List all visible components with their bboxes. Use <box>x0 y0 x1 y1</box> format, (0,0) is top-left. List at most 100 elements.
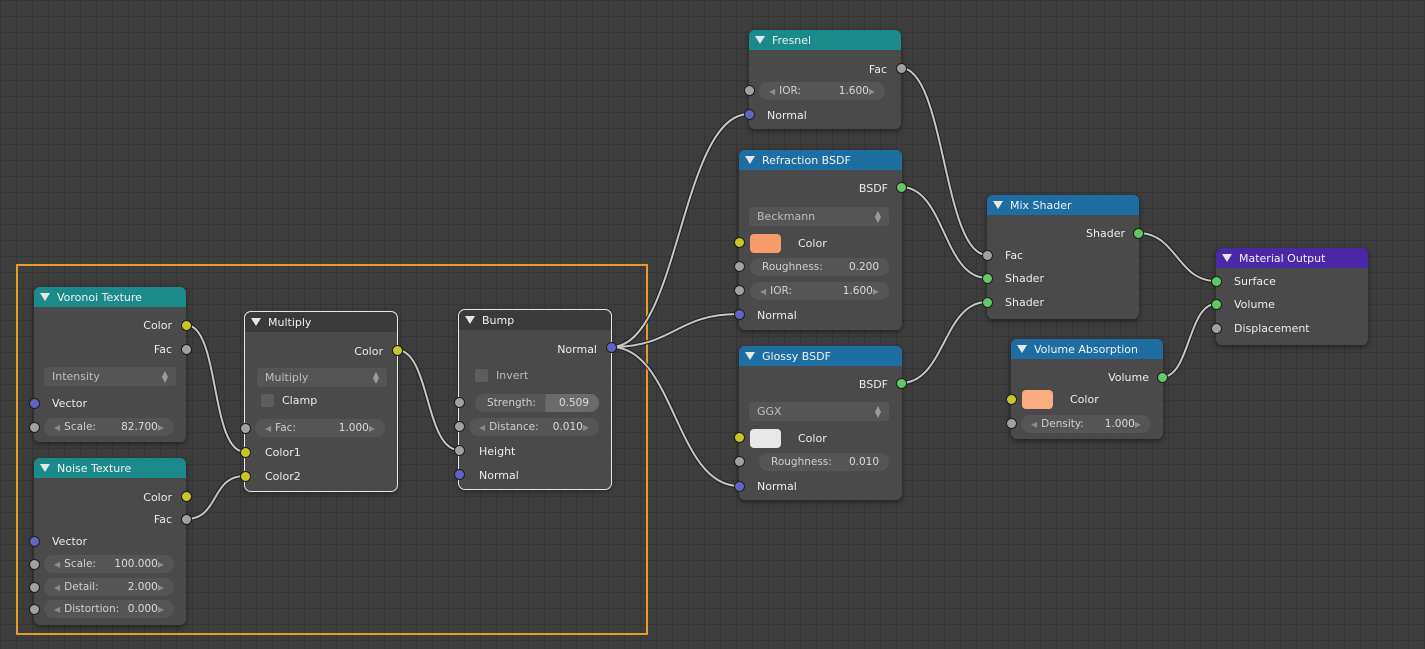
blend-type-dropdown[interactable]: Multiply ▲ ▼ <box>257 368 387 387</box>
collapse-triangle-icon[interactable] <box>755 36 765 44</box>
distribution-dropdown[interactable]: Beckmann ▲ ▼ <box>749 207 889 226</box>
absorption-in-density-socket[interactable] <box>1006 418 1017 429</box>
distortion-field[interactable]: ◀ Distortion: 0.000 ▶ <box>44 600 174 618</box>
noise-in-distortion-socket[interactable] <box>29 604 40 615</box>
refraction-out-bsdf-socket[interactable] <box>896 182 907 193</box>
output-in-displacement-socket[interactable] <box>1211 323 1222 334</box>
voronoi-in-scale-socket[interactable] <box>29 422 40 433</box>
mix-shader-header[interactable]: Mix Shader <box>987 195 1139 215</box>
multiply-out-color-socket[interactable] <box>392 345 403 356</box>
collapse-triangle-icon[interactable] <box>745 156 755 164</box>
mix-out-shader-socket[interactable] <box>1133 228 1144 239</box>
checkbox-box[interactable] <box>261 394 274 407</box>
invert-checkbox[interactable]: Invert <box>475 369 528 382</box>
fresnel-out-fac-socket[interactable] <box>896 63 907 74</box>
density-field[interactable]: ◀ Density: 1.000 ▶ <box>1021 415 1151 433</box>
multiply-in-color1-socket[interactable] <box>240 447 251 458</box>
volume-absorption-node[interactable]: Volume Absorption Volume Color ◀ Density… <box>1011 339 1163 439</box>
color-swatch[interactable] <box>750 233 781 253</box>
fresnel-node[interactable]: Fresnel Fac ◀ IOR: 1.600 ▶ Normal <box>749 30 901 129</box>
increment-arrow-icon[interactable]: ▶ <box>158 583 164 592</box>
multiply-header[interactable]: Multiply <box>245 312 397 332</box>
refraction-bsdf-header[interactable]: Refraction BSDF <box>739 150 902 170</box>
fac-field[interactable]: ◀ Fac: 1.000 ▶ <box>255 419 385 437</box>
scale-field[interactable]: ◀ Scale: 82.700 ▶ <box>44 418 174 436</box>
refraction-in-color-socket[interactable] <box>734 237 745 248</box>
refraction-bsdf-node[interactable]: Refraction BSDF BSDF Beckmann ▲ ▼ Color R… <box>739 150 902 330</box>
mix-in-fac-socket[interactable] <box>982 250 993 261</box>
refraction-in-ior-socket[interactable] <box>734 285 745 296</box>
voronoi-out-fac-socket[interactable] <box>181 344 192 355</box>
strength-field[interactable]: Strength: 0.509 <box>475 394 599 412</box>
mix-in-shader1-socket[interactable] <box>982 273 993 284</box>
ior-field[interactable]: ◀ IOR: 1.600 ▶ <box>759 82 885 100</box>
noise-out-fac-socket[interactable] <box>181 514 192 525</box>
mix-shader-node[interactable]: Mix Shader Shader Fac Shader Shader <box>987 195 1139 319</box>
output-in-volume-socket[interactable] <box>1211 299 1222 310</box>
voronoi-texture-header[interactable]: Voronoi Texture <box>34 287 186 307</box>
roughness-field[interactable]: Roughness: 0.200 <box>750 258 889 276</box>
noise-in-vector-socket[interactable] <box>29 536 40 547</box>
scale-field[interactable]: ◀ Scale: 100.000 ▶ <box>44 555 174 573</box>
noise-in-detail-socket[interactable] <box>29 582 40 593</box>
refraction-in-roughness-socket[interactable] <box>734 261 745 272</box>
multiply-node[interactable]: Multiply Color Multiply ▲ ▼ Clamp ◀ Fac: … <box>244 311 398 492</box>
material-output-node[interactable]: Material Output Surface Volume Displacem… <box>1216 248 1368 345</box>
bump-in-height-socket[interactable] <box>454 445 465 456</box>
mix-in-shader2-socket[interactable] <box>982 297 993 308</box>
checkbox-box[interactable] <box>475 369 488 382</box>
clamp-checkbox[interactable]: Clamp <box>261 394 317 407</box>
fresnel-header[interactable]: Fresnel <box>749 30 901 50</box>
ior-field[interactable]: ◀ IOR: 1.600 ▶ <box>750 282 889 300</box>
bump-in-strength-socket[interactable] <box>454 397 465 408</box>
increment-arrow-icon[interactable]: ▶ <box>869 87 875 96</box>
noise-texture-header[interactable]: Noise Texture <box>34 458 186 478</box>
voronoi-texture-node[interactable]: Voronoi Texture Color Fac Intensity ▲ ▼ V… <box>34 287 186 442</box>
bump-out-normal-socket[interactable] <box>606 342 617 353</box>
detail-field[interactable]: ◀ Detail: 2.000 ▶ <box>44 578 174 596</box>
glossy-bsdf-header[interactable]: Glossy BSDF <box>739 346 902 366</box>
increment-arrow-icon[interactable]: ▶ <box>158 560 164 569</box>
glossy-in-color-socket[interactable] <box>734 432 745 443</box>
output-in-surface-socket[interactable] <box>1211 276 1222 287</box>
bump-in-normal-socket[interactable] <box>454 469 465 480</box>
fresnel-in-ior-socket[interactable] <box>744 85 755 96</box>
noise-out-color-socket[interactable] <box>181 491 192 502</box>
voronoi-in-vector-socket[interactable] <box>29 398 40 409</box>
distance-field[interactable]: ◀ Distance: 0.010 ▶ <box>469 418 599 436</box>
refraction-in-normal-socket[interactable] <box>734 309 745 320</box>
multiply-in-color2-socket[interactable] <box>240 471 251 482</box>
increment-arrow-icon[interactable]: ▶ <box>158 605 164 614</box>
noise-in-scale-socket[interactable] <box>29 559 40 570</box>
collapse-triangle-icon[interactable] <box>251 318 261 326</box>
collapse-triangle-icon[interactable] <box>745 352 755 360</box>
multiply-in-fac-socket[interactable] <box>240 423 251 434</box>
bump-node[interactable]: Bump Normal Invert Strength: 0.509 ◀ Dis… <box>458 309 612 490</box>
collapse-triangle-icon[interactable] <box>40 293 50 301</box>
absorption-in-color-socket[interactable] <box>1006 394 1017 405</box>
increment-arrow-icon[interactable]: ▶ <box>583 423 589 432</box>
roughness-field[interactable]: Roughness: 0.010 <box>759 453 889 471</box>
color-swatch[interactable] <box>750 428 781 448</box>
fresnel-in-normal-socket[interactable] <box>744 109 755 120</box>
increment-arrow-icon[interactable]: ▶ <box>1135 420 1141 429</box>
color-swatch[interactable] <box>1022 389 1053 409</box>
coloring-dropdown[interactable]: Intensity ▲ ▼ <box>44 367 176 386</box>
volume-absorption-header[interactable]: Volume Absorption <box>1011 339 1163 359</box>
distribution-dropdown[interactable]: GGX ▲ ▼ <box>749 402 889 421</box>
voronoi-out-color-socket[interactable] <box>181 320 192 331</box>
collapse-triangle-icon[interactable] <box>993 201 1003 209</box>
glossy-out-bsdf-socket[interactable] <box>896 378 907 389</box>
noise-texture-node[interactable]: Noise Texture Color Fac Vector ◀ Scale: … <box>34 458 186 625</box>
collapse-triangle-icon[interactable] <box>1017 345 1027 353</box>
increment-arrow-icon[interactable]: ▶ <box>158 423 164 432</box>
bump-header[interactable]: Bump <box>459 310 611 330</box>
glossy-bsdf-node[interactable]: Glossy BSDF BSDF GGX ▲ ▼ Color Roughness:… <box>739 346 902 500</box>
collapse-triangle-icon[interactable] <box>465 316 475 324</box>
increment-arrow-icon[interactable]: ▶ <box>873 287 879 296</box>
increment-arrow-icon[interactable]: ▶ <box>369 424 375 433</box>
collapse-triangle-icon[interactable] <box>1222 254 1232 262</box>
glossy-in-roughness-socket[interactable] <box>734 456 745 467</box>
absorption-out-volume-socket[interactable] <box>1157 372 1168 383</box>
glossy-in-normal-socket[interactable] <box>734 481 745 492</box>
